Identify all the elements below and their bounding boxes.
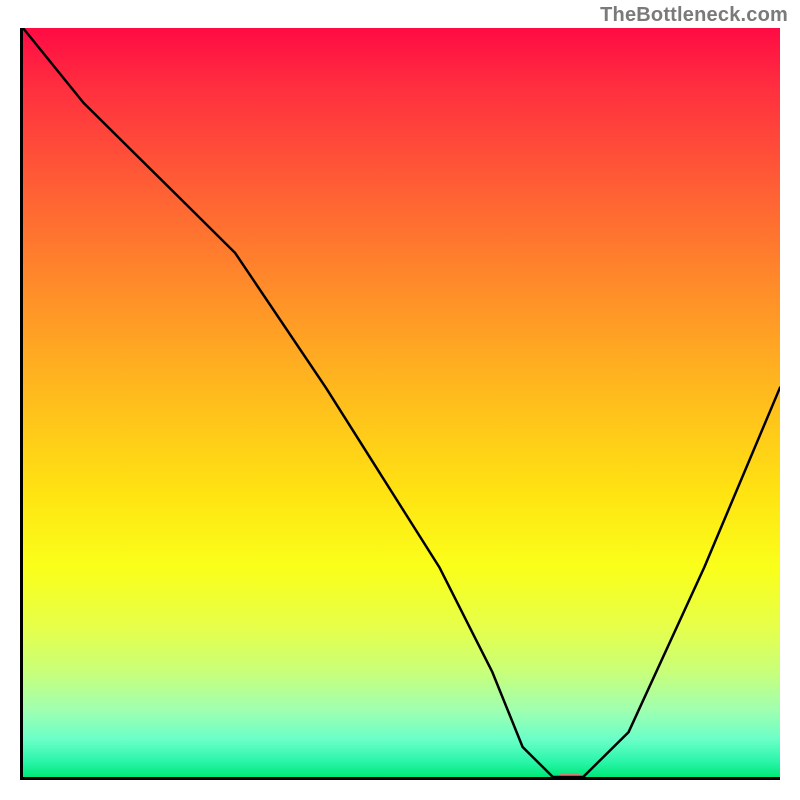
chart-container: TheBottleneck.com (0, 0, 800, 800)
plot-area (20, 28, 780, 780)
watermark-text: TheBottleneck.com (600, 4, 788, 27)
bottleneck-curve (23, 28, 780, 777)
